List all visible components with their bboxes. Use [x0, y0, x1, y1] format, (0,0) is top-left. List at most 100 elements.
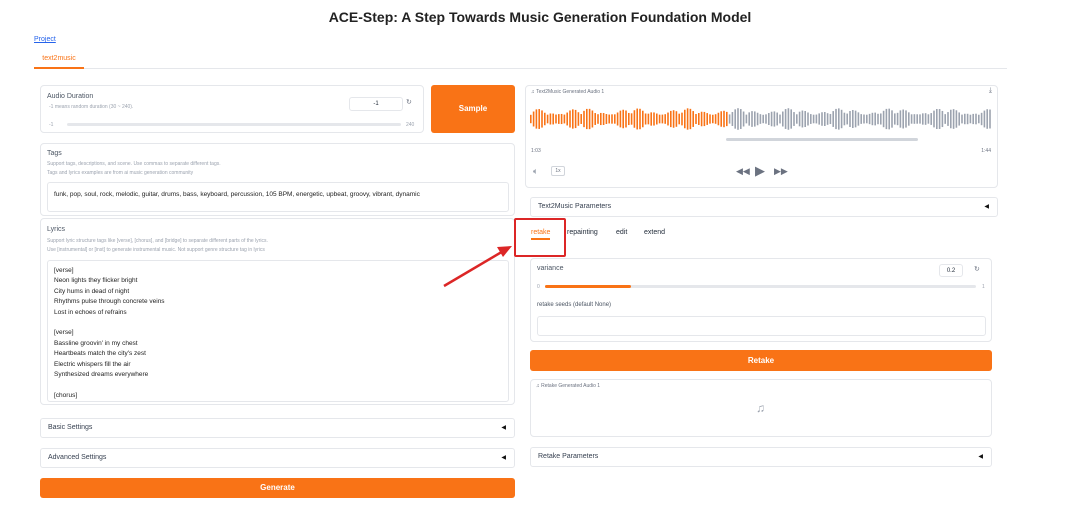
waveform-bar — [675, 111, 678, 127]
waveform-bar — [720, 111, 722, 127]
lyrics-line: Bassline groovin' in my chest — [54, 339, 138, 347]
retake-audio-panel: ♫ Retake Generated Audio 1 ♫ — [530, 379, 992, 437]
waveform-bar — [919, 114, 921, 124]
download-icon[interactable]: ⤓ — [989, 87, 992, 95]
waveform-bar — [628, 112, 630, 126]
waveform-bar — [656, 113, 658, 125]
lyrics-input[interactable]: [verse] Neon lights they flicker bright Ci… — [47, 260, 509, 402]
waveform-bar — [818, 113, 820, 125]
waveform-bar — [969, 114, 972, 124]
project-link[interactable]: Project — [34, 36, 56, 43]
tags-input[interactable]: funk, pop, soul, rock, melodic, guitar, … — [47, 182, 509, 212]
retake-parameters-accordion[interactable]: Retake Parameters ◀ — [530, 447, 992, 467]
waveform-bar — [754, 111, 756, 127]
waveform-bar — [846, 113, 848, 125]
waveform-bar — [689, 108, 692, 130]
waveform-bar — [882, 110, 885, 128]
waveform-bar — [983, 110, 986, 128]
waveform-bar — [894, 113, 896, 125]
waveform-bar — [782, 111, 784, 127]
waveform-bar — [964, 113, 966, 125]
variance-input[interactable]: 0.2 — [939, 264, 963, 277]
waveform-bar — [910, 114, 913, 124]
waveform-bar — [644, 113, 647, 125]
waveform-bar — [614, 114, 616, 124]
subtab-edit[interactable]: edit — [616, 229, 627, 236]
waveform-scrollbar[interactable] — [726, 138, 918, 141]
waveform-bar — [930, 113, 932, 125]
waveform-bar — [796, 114, 798, 124]
main-tabbar: text2music — [34, 52, 1007, 69]
waveform-bar — [986, 109, 988, 129]
waveform-bar — [706, 113, 708, 125]
retake-parameters-panel: variance 0.2 ↻ 0 1 retake seeds (default… — [530, 258, 992, 342]
tags-hint-2: Tags and lyrics examples are from ai mus… — [47, 170, 194, 176]
waveform-bar — [944, 114, 946, 124]
sample-button[interactable]: Sample — [431, 85, 515, 133]
waveform-bar — [681, 112, 683, 126]
waveform-bar — [731, 112, 734, 126]
waveform-bar — [555, 114, 557, 124]
variance-max-label: 1 — [982, 284, 985, 290]
waveform-bar — [625, 110, 627, 128]
retake-seeds-input[interactable] — [537, 316, 986, 336]
waveform-bar — [600, 112, 602, 126]
waveform-bar — [896, 112, 899, 126]
waveform-bar — [723, 110, 725, 128]
waveform-bar — [812, 114, 815, 124]
waveform-bar — [574, 109, 577, 129]
tab-text2music[interactable]: text2music — [34, 55, 84, 69]
waveform-bar — [762, 114, 764, 124]
waveform-bar — [678, 113, 680, 125]
waveform-bar — [616, 112, 619, 126]
waveform-bar — [801, 110, 804, 128]
waveform-bar — [664, 114, 666, 124]
waveform-bar — [868, 113, 871, 125]
waveform-bar — [975, 113, 977, 125]
audio-duration-slider[interactable] — [67, 123, 401, 126]
waveform-bar — [742, 111, 745, 127]
playback-speed-button[interactable]: 1x — [551, 166, 565, 176]
waveform-bar — [633, 110, 636, 128]
waveform-bar — [686, 108, 689, 130]
waveform-bar — [891, 110, 893, 128]
volume-icon[interactable]: 🔈︎ — [533, 166, 538, 177]
fast-forward-icon[interactable]: ▶▶ — [774, 166, 788, 177]
subtab-repainting[interactable]: repainting — [567, 229, 598, 236]
text2music-parameters-accordion[interactable]: Text2Music Parameters ◀ — [530, 197, 998, 217]
waveform-bar — [549, 113, 552, 125]
generate-button[interactable]: Generate — [40, 478, 515, 498]
reset-icon[interactable]: ↻ — [406, 98, 412, 106]
highlight-box — [514, 218, 566, 257]
waveform-bar — [538, 109, 540, 129]
waveform-bar — [955, 110, 958, 128]
waveform-bar — [980, 112, 983, 126]
waveform-bar — [566, 112, 568, 126]
basic-settings-accordion[interactable]: Basic Settings ◀ — [40, 418, 515, 438]
waveform-bar — [961, 114, 963, 124]
waveform-bar — [871, 112, 874, 126]
waveform-bar — [745, 114, 748, 124]
waveform-bar — [751, 111, 753, 127]
waveform-bar — [583, 110, 585, 128]
play-icon[interactable]: ▶ — [755, 163, 765, 179]
rewind-icon[interactable]: ◀◀ — [736, 166, 750, 177]
retake-button[interactable]: Retake — [530, 350, 992, 371]
duration-max-label: 240 — [406, 122, 415, 128]
audio-waveform[interactable] — [530, 107, 992, 131]
waveform-bar — [602, 113, 605, 125]
waveform-bar — [717, 112, 720, 126]
advanced-settings-accordion[interactable]: Advanced Settings ◀ — [40, 448, 515, 468]
waveform-bar — [597, 114, 599, 124]
reset-icon[interactable]: ↻ — [974, 265, 980, 273]
waveform-bar — [832, 111, 834, 127]
audio-duration-input[interactable]: -1 — [349, 97, 403, 111]
waveform-bar — [608, 114, 610, 124]
waveform-bar — [815, 114, 818, 124]
waveform-bar — [695, 114, 697, 124]
triangle-left-icon: ◀ — [501, 455, 506, 461]
waveform-bar — [647, 113, 650, 125]
waveform-bar — [936, 108, 938, 130]
waveform-bar — [588, 108, 591, 130]
subtab-extend[interactable]: extend — [644, 229, 665, 236]
